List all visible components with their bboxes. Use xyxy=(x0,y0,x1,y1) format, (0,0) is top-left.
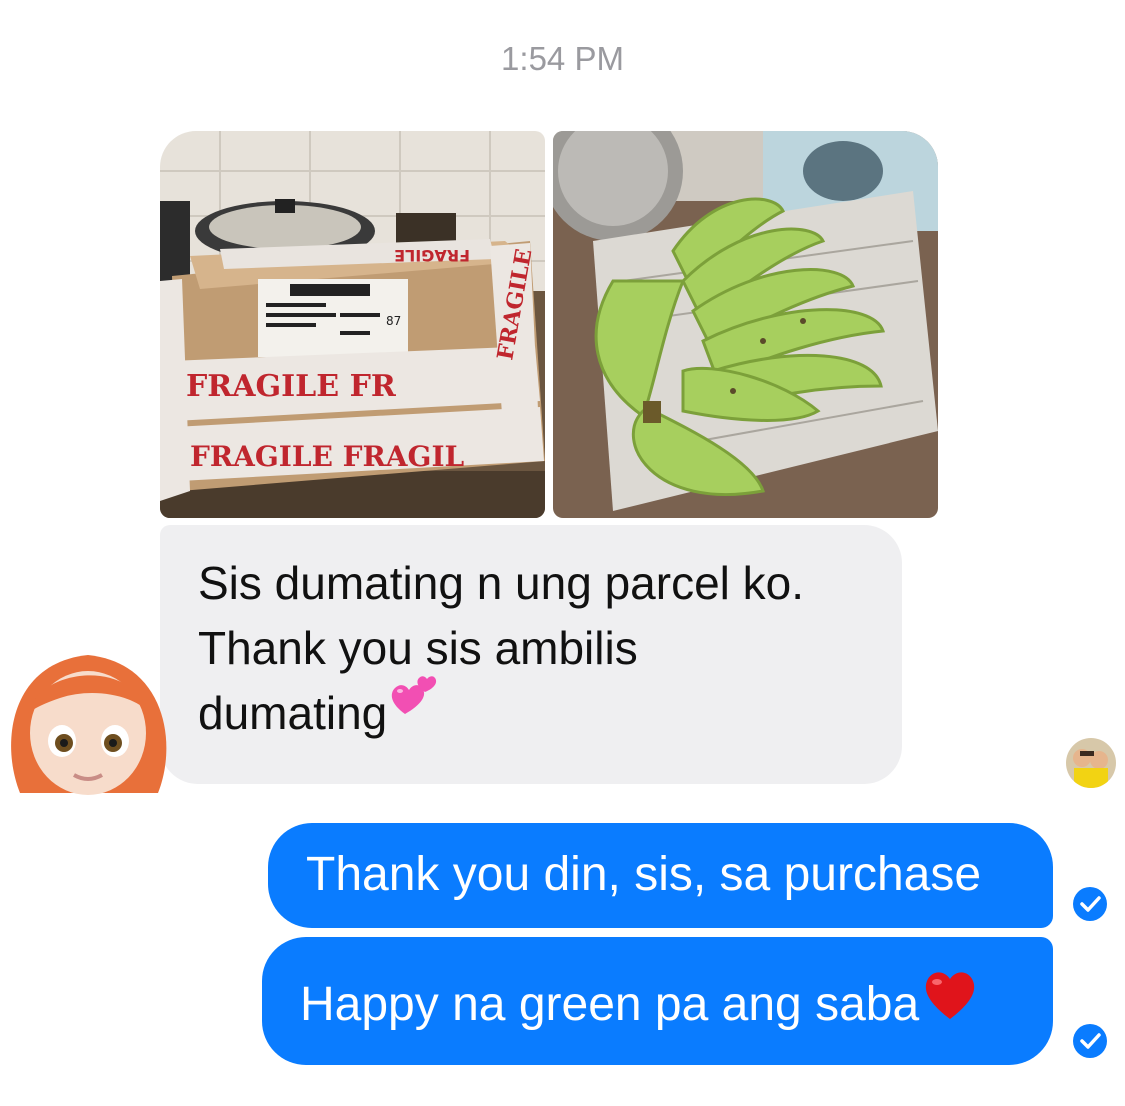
red-heart-icon xyxy=(921,967,979,1033)
seen-by-avatar-icon xyxy=(1066,738,1116,788)
parcel-image: FRAGILE 87 FRAGILE FR FRAGILE FRAGIL FRA… xyxy=(160,131,545,518)
outgoing-message-bubble[interactable]: Happy na green pa ang saba xyxy=(262,937,1053,1065)
svg-text:87: 87 xyxy=(386,314,401,328)
svg-text:FRAGILE FR: FRAGILE FR xyxy=(186,369,397,404)
message-line: Thank you sis ambilis xyxy=(198,622,638,674)
message-text: Thank you din, sis, sa purchase xyxy=(306,848,982,901)
tape-label: FRAGILE xyxy=(394,246,470,265)
delivered-check-icon xyxy=(1072,886,1108,922)
banana-image xyxy=(553,131,938,518)
svg-text:FRAGILE FRAGIL: FRAGILE FRAGIL xyxy=(190,440,465,473)
message-line: dumating xyxy=(198,687,388,739)
pink-hearts-icon xyxy=(387,670,443,743)
message-timestamp: 1:54 PM xyxy=(501,40,624,77)
banana-photo[interactable] xyxy=(553,131,938,518)
delivered-check-icon xyxy=(1072,1023,1108,1059)
message-text: Happy na green pa ang saba xyxy=(300,978,920,1031)
contact-avatar-icon[interactable] xyxy=(0,643,175,808)
message-line: Sis dumating n ung parcel ko. xyxy=(198,557,805,609)
incoming-message-bubble[interactable]: Sis dumating n ung parcel ko. Thank you … xyxy=(160,525,902,784)
outgoing-message-bubble[interactable]: Thank you din, sis, sa purchase xyxy=(268,823,1053,928)
parcel-photo[interactable]: FRAGILE 87 FRAGILE FR FRAGILE FRAGIL FRA… xyxy=(160,131,545,518)
